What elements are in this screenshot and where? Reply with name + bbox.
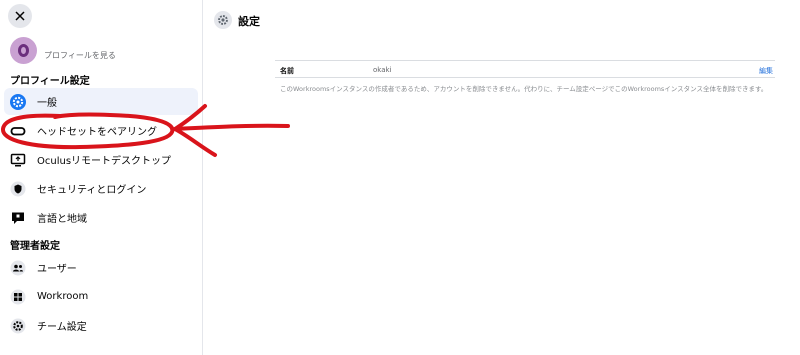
gear-icon xyxy=(214,11,232,29)
sidebar-item-label: 言語と地域 xyxy=(37,214,87,225)
sidebar-item-security[interactable]: セキュリティとログイン xyxy=(4,175,198,202)
sidebar-item-remote-desktop[interactable]: Oculusリモートデスクトップ xyxy=(4,146,198,173)
main-content: 設定 名前 okaki 編集 このWorkroomsインスタンスの作成者であるた… xyxy=(203,0,800,355)
speech-bubble-icon xyxy=(10,210,26,226)
sidebar-item-label: Workroom xyxy=(37,291,89,302)
sidebar-item-label: ユーザー xyxy=(37,264,77,275)
avatar[interactable] xyxy=(10,37,37,64)
section-title-profile: プロフィール設定 xyxy=(10,76,90,87)
view-profile-link[interactable]: プロフィールを見る xyxy=(44,50,116,61)
sidebar-item-label: 一般 xyxy=(37,98,57,109)
name-label: 名前 xyxy=(280,67,294,75)
sidebar-item-general[interactable]: 一般 xyxy=(4,88,198,115)
page-title: 設定 xyxy=(238,15,260,28)
sidebar-item-pair-headset[interactable]: ヘッドセットをペアリング xyxy=(4,117,198,144)
settings-table: 名前 okaki 編集 このWorkroomsインスタンスの作成者であるため、ア… xyxy=(275,60,775,93)
shield-icon xyxy=(10,181,26,197)
close-icon xyxy=(15,11,25,21)
sidebar-item-label: Oculusリモートデスクトップ xyxy=(37,156,172,167)
edit-link[interactable]: 編集 xyxy=(759,66,773,76)
sidebar-item-team-settings[interactable]: チーム設定 xyxy=(4,312,198,339)
table-row: 名前 okaki 編集 xyxy=(275,60,775,78)
sidebar-item-users[interactable]: ユーザー xyxy=(4,254,198,281)
grid-icon xyxy=(10,289,26,305)
delete-account-note: このWorkroomsインスタンスの作成者であるため、アカウントを削除できません… xyxy=(280,85,768,93)
sidebar-item-label: チーム設定 xyxy=(37,322,87,333)
sidebar-item-label: セキュリティとログイン xyxy=(37,185,147,196)
section-title-admin: 管理者設定 xyxy=(10,241,60,252)
name-value: okaki xyxy=(373,66,392,74)
sidebar-item-label: ヘッドセットをペアリング xyxy=(37,127,157,138)
headset-icon xyxy=(10,123,26,139)
close-button[interactable] xyxy=(8,4,32,28)
users-icon xyxy=(10,260,26,276)
sidebar-item-workroom[interactable]: Workroom xyxy=(4,283,198,310)
gear-icon xyxy=(10,93,26,110)
sidebar: プロフィールを見る プロフィール設定 一般 ヘッドセットをペアリング Oculu… xyxy=(0,0,203,355)
gear-icon xyxy=(10,318,26,334)
monitor-icon xyxy=(10,152,26,168)
sidebar-item-language[interactable]: 言語と地域 xyxy=(4,204,198,231)
